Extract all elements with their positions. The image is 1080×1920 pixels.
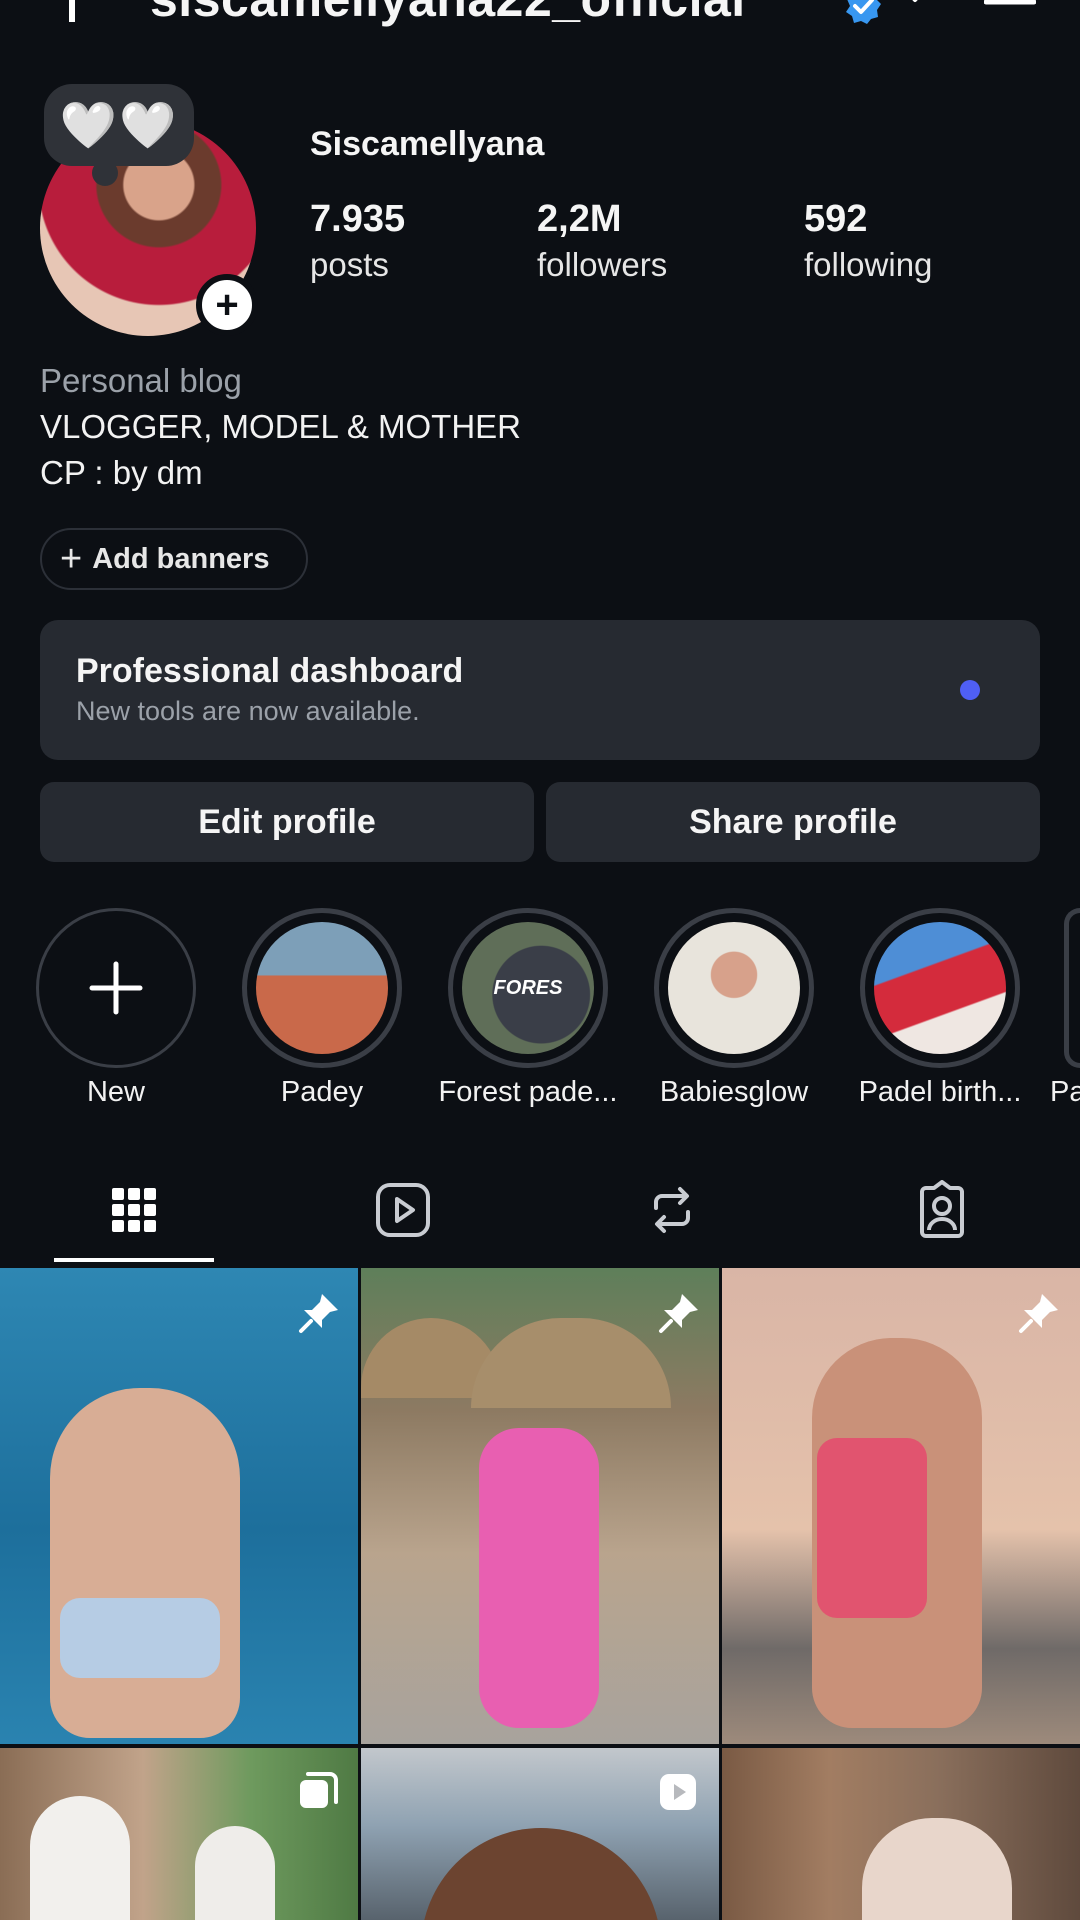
plus-icon: [89, 961, 143, 1015]
grid-post[interactable]: [722, 1268, 1080, 1744]
bio-line: CP : by dm: [40, 454, 203, 491]
add-banners-button[interactable]: + Add banners: [40, 528, 308, 590]
highlight-label: Babiesglow: [659, 1076, 809, 1108]
bio-category: Personal blog: [40, 362, 242, 399]
share-profile-button[interactable]: Share profile: [546, 782, 1040, 862]
active-tab-indicator: [54, 1258, 214, 1262]
edit-profile-button[interactable]: Edit profile: [40, 782, 534, 862]
carousel-icon: [300, 1772, 338, 1808]
reposts-icon[interactable]: [642, 1180, 702, 1240]
grid-post[interactable]: [722, 1748, 1080, 1920]
grid-post[interactable]: [0, 1268, 358, 1744]
highlight-partial[interactable]: [1064, 908, 1080, 1068]
reel-indicator-icon: [660, 1774, 696, 1810]
chevron-down-icon[interactable]: [898, 0, 932, 10]
pin-icon: [1019, 1294, 1058, 1333]
bio-line: VLOGGER, MODEL & MOTHER: [40, 408, 522, 445]
tagged-icon[interactable]: [912, 1180, 972, 1240]
highlight-label: Padey: [280, 1076, 364, 1108]
add-banners-label: Add banners: [92, 542, 270, 575]
verified-badge-icon: [846, 0, 881, 24]
highlight-label: Forest pade...: [438, 1076, 618, 1108]
highlight-padey[interactable]: [242, 908, 402, 1068]
following-label[interactable]: following: [804, 246, 932, 284]
grid-icon[interactable]: [104, 1180, 164, 1240]
posts-label[interactable]: posts: [310, 246, 389, 284]
highlight-label: Pa: [1050, 1076, 1080, 1108]
plus-icon[interactable]: [40, 0, 104, 22]
pin-icon: [659, 1294, 698, 1333]
note-bubble[interactable]: 🤍🤍: [44, 84, 194, 166]
followers-count[interactable]: 2,2M: [537, 198, 621, 241]
posts-count[interactable]: 7.935: [310, 198, 405, 241]
plus-icon: +: [60, 538, 83, 580]
reels-icon[interactable]: [373, 1180, 433, 1240]
grid-post[interactable]: [361, 1268, 719, 1744]
menu-icon[interactable]: [984, 0, 1036, 24]
highlight-babiesglow[interactable]: [654, 908, 814, 1068]
dashboard-title: Professional dashboard: [76, 652, 464, 690]
highlight-label: Padel birth...: [858, 1076, 1022, 1108]
highlight-badge-text: FORES: [493, 976, 563, 999]
followers-label[interactable]: followers: [537, 246, 667, 284]
highlight-label: New: [86, 1076, 145, 1108]
display-name: Siscamellyana: [310, 125, 545, 163]
add-story-icon[interactable]: +: [196, 274, 258, 336]
pin-icon: [299, 1294, 338, 1333]
highlight-forest-padel[interactable]: FORES: [448, 908, 608, 1068]
following-count[interactable]: 592: [804, 198, 867, 241]
dashboard-subtitle: New tools are now available.: [76, 696, 420, 726]
highlight-padel-birthday[interactable]: [860, 908, 1020, 1068]
notification-dot: [960, 680, 980, 700]
new-highlight-button[interactable]: [36, 908, 196, 1068]
username-title[interactable]: siscamellyana22_official: [150, 0, 746, 28]
